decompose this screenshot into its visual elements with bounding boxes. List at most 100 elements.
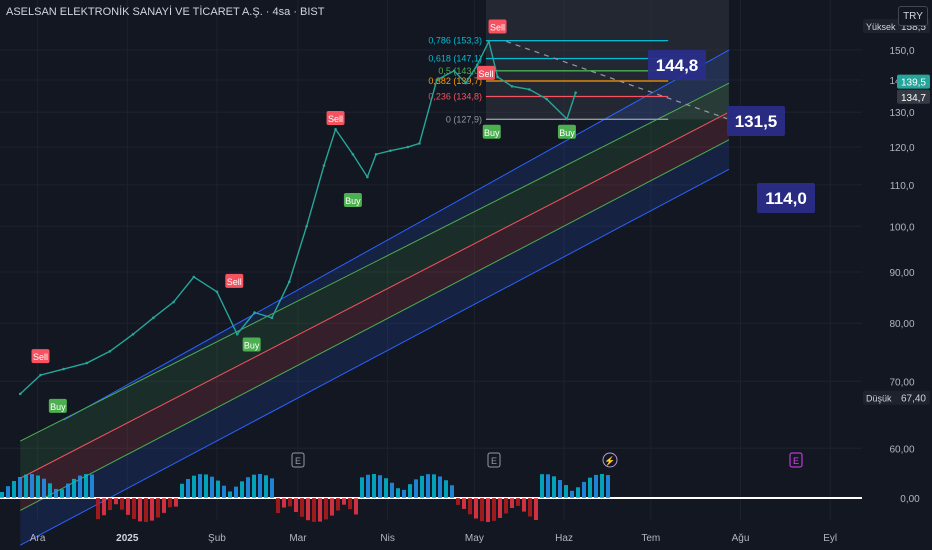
price-point — [270, 316, 274, 320]
indicator-bar — [474, 498, 478, 519]
indicator-bar — [264, 475, 268, 498]
time-tick-label: Haz — [555, 533, 573, 544]
indicator-bar — [558, 480, 562, 498]
indicator-bar — [246, 477, 250, 498]
svg-text:Düşük: Düşük — [866, 394, 892, 404]
buy-signal: Buy — [48, 398, 67, 413]
indicator-bar — [216, 480, 220, 498]
price-point — [235, 332, 239, 336]
price-point — [545, 97, 549, 101]
price-tick-label: 80,00 — [889, 319, 914, 330]
indicator-bar — [546, 474, 550, 498]
indicator-bar — [438, 476, 442, 498]
indicator-bar — [6, 486, 10, 498]
indicator-bar — [492, 498, 496, 521]
indicator-bar — [402, 489, 406, 498]
fib-level-label: 0,786 (153,3) — [428, 36, 482, 46]
indicator-bar — [306, 498, 310, 521]
indicator-bar — [522, 498, 526, 512]
indicator-bar — [606, 475, 610, 498]
sell-signal: Sell — [31, 349, 50, 364]
symbol-title[interactable]: ASELSAN ELEKTRONİK SANAYİ VE TİCARET A.Ş… — [6, 6, 325, 18]
sell-signal: Sell — [225, 273, 244, 288]
indicator-bar — [30, 474, 34, 498]
svg-text:Sell: Sell — [33, 352, 48, 362]
indicator-bar — [336, 498, 340, 511]
price-point — [172, 300, 175, 304]
buy-signal: Buy — [482, 124, 501, 139]
indicator-bar — [108, 498, 112, 511]
indicator-bar — [222, 485, 226, 498]
time-tick-label: 2025 — [116, 533, 139, 544]
svg-text:Sell: Sell — [478, 69, 493, 79]
price-point — [287, 280, 291, 284]
time-tick-label: May — [465, 533, 484, 544]
price-tick-label: 60,00 — [889, 444, 914, 455]
fib-level-label: 0,236 (134,8) — [428, 91, 482, 101]
price-tick-label: 90,00 — [889, 268, 914, 279]
price-tick-label: 110,0 — [890, 181, 915, 192]
indicator-bar — [600, 474, 604, 498]
indicator-bar — [594, 474, 598, 498]
svg-text:Sell: Sell — [490, 22, 505, 32]
indicator-bar — [138, 498, 142, 522]
time-tick-label: Tem — [641, 533, 660, 544]
indicator-bar — [270, 478, 274, 498]
indicator-bar — [462, 498, 466, 509]
indicator-bar — [348, 498, 352, 510]
lightning-icon[interactable]: ⚡ — [602, 452, 618, 468]
indicator-bar — [228, 491, 232, 498]
svg-text:Sell: Sell — [227, 277, 242, 287]
indicator-bar — [12, 480, 16, 498]
indicator-bar — [0, 492, 4, 498]
indicator-bar — [564, 485, 568, 498]
price-point — [565, 117, 569, 121]
indicator-bar — [198, 474, 202, 498]
indicator-bar — [294, 498, 298, 513]
price-point — [574, 91, 577, 94]
svg-text:E: E — [491, 456, 497, 466]
indicator-bar — [114, 498, 118, 505]
indicator-bar — [210, 476, 214, 498]
fib-level-label: 0,618 (147,1) — [428, 54, 482, 64]
target-label[interactable]: 144,8 — [648, 50, 706, 80]
indicator-bar — [390, 482, 394, 498]
fib-level-label: 0 (127,9) — [446, 114, 482, 124]
price-point — [131, 332, 135, 336]
indicator-bar — [318, 498, 322, 522]
indicator-bar — [72, 478, 76, 498]
indicator-bar — [120, 498, 124, 510]
target-label[interactable]: 131,5 — [727, 106, 785, 136]
indicator-bar — [396, 488, 400, 498]
svg-text:E: E — [793, 456, 799, 466]
indicator-bar — [96, 498, 100, 520]
target-label[interactable]: 114,0 — [757, 183, 815, 213]
price-point — [528, 88, 531, 91]
price-point — [406, 145, 410, 149]
svg-text:Sell: Sell — [328, 114, 343, 124]
indicator-bar — [450, 485, 454, 498]
price-chart[interactable]: 0,786 (153,3)0,618 (147,1)0,5 (143,0)0,3… — [0, 0, 932, 550]
indicator-bar — [510, 498, 514, 509]
indicator-bar — [150, 498, 154, 521]
indicator-bar — [252, 474, 256, 498]
currency-button[interactable]: TRY — [898, 6, 928, 26]
indicator-bar — [570, 490, 574, 498]
indicator-bar — [78, 475, 82, 498]
price-point — [39, 373, 42, 377]
price-badge: 139,5 — [897, 74, 930, 89]
time-tick-label: Şub — [208, 533, 226, 544]
indicator-bar — [42, 478, 46, 498]
price-point — [305, 224, 308, 228]
indicator-bar — [420, 475, 424, 498]
indicator-bar — [426, 474, 430, 498]
indicator-bar — [432, 474, 436, 498]
time-tick-label: Ara — [30, 533, 46, 544]
svg-text:Buy: Buy — [345, 196, 361, 206]
svg-text:Buy: Buy — [50, 402, 66, 412]
price-point — [215, 290, 219, 294]
indicator-bar — [534, 498, 538, 521]
indicator-bar — [486, 498, 490, 522]
price-point — [496, 75, 499, 79]
indicator-tick-label: 0,00 — [900, 494, 920, 505]
